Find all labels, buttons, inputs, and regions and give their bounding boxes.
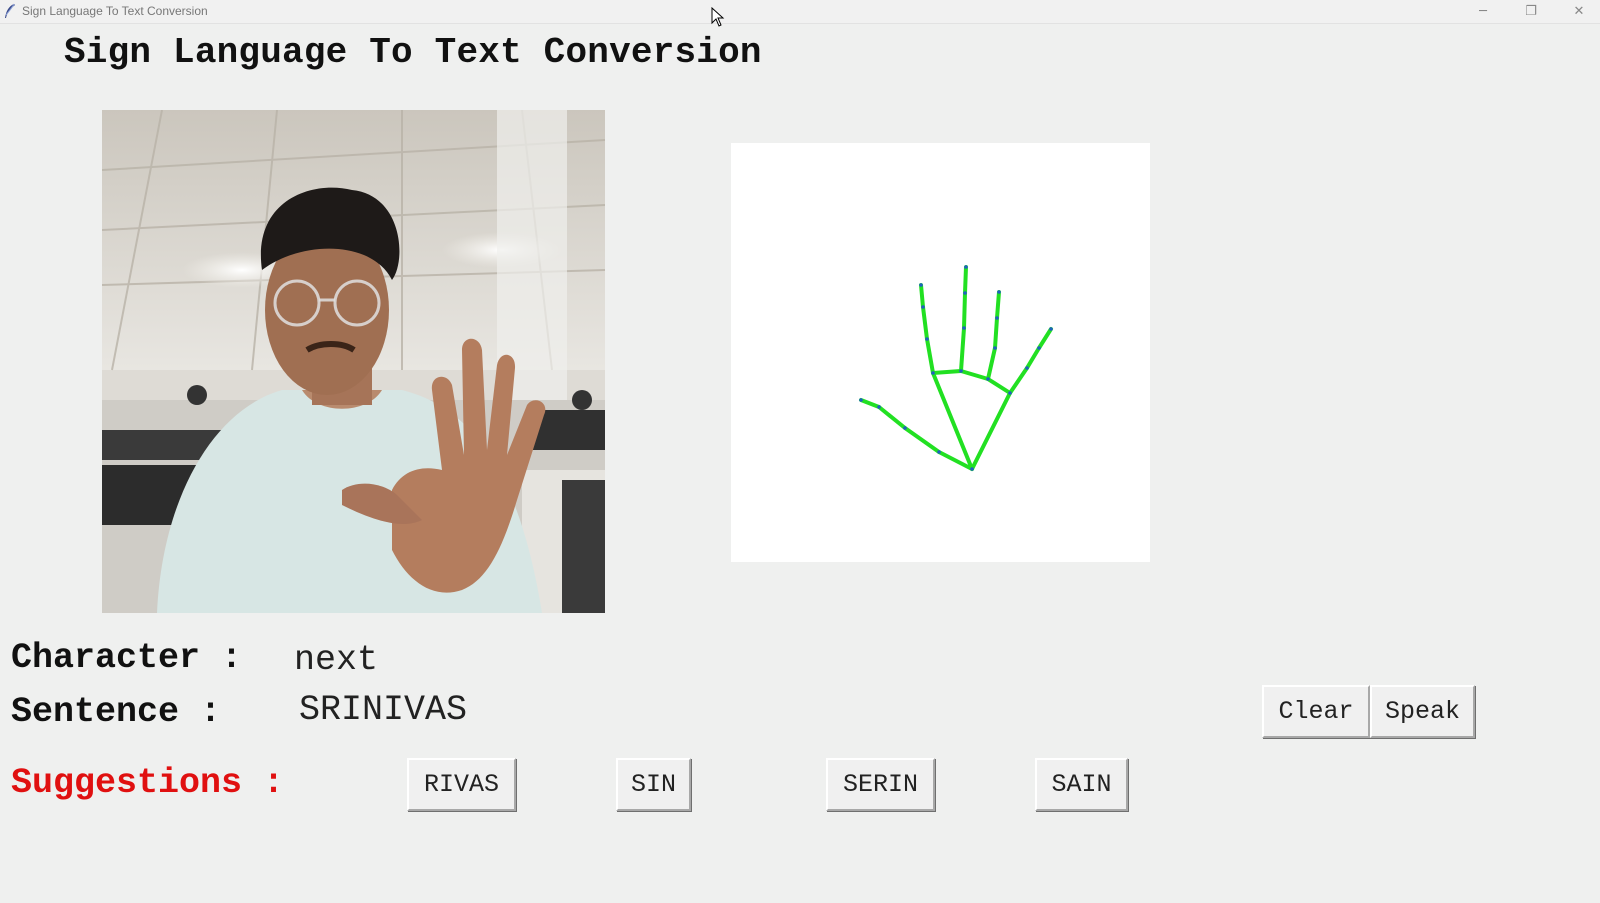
suggestion-button[interactable]: RIVAS: [407, 758, 516, 811]
skeleton-joint: [1025, 366, 1029, 370]
sentence-label: Sentence :: [11, 692, 222, 732]
skeleton-bone: [925, 337, 935, 375]
speak-button[interactable]: Speak: [1370, 685, 1475, 738]
skeleton-joint: [986, 377, 990, 381]
skeleton-joint: [877, 405, 881, 409]
skeleton-joint: [925, 337, 929, 341]
skeleton-bone: [931, 371, 974, 471]
skeleton-joint: [963, 291, 967, 295]
skeleton-joint: [997, 290, 1001, 294]
skeleton-bone: [1008, 366, 1029, 395]
skeleton-bone: [962, 291, 967, 330]
skeleton-joint: [903, 426, 907, 430]
skeleton-joint: [959, 369, 963, 373]
skeleton-joint: [993, 346, 997, 350]
hand-skeleton-drawing: [859, 265, 1053, 471]
skeleton-joint: [921, 305, 925, 309]
minimize-button[interactable]: ─: [1460, 0, 1506, 22]
skeleton-joint: [970, 467, 974, 471]
skeleton-joint: [995, 316, 999, 320]
maximize-button[interactable]: ❐: [1508, 0, 1554, 22]
skeleton-joint: [1049, 327, 1053, 331]
mouse-pointer-icon: [711, 7, 725, 27]
skeleton-bone: [859, 398, 881, 409]
skeleton-bone: [970, 391, 1012, 471]
clear-button[interactable]: Clear: [1262, 685, 1370, 738]
skeleton-bone: [877, 405, 907, 430]
skeleton-joint: [962, 326, 966, 330]
title-bar[interactable]: Sign Language To Text Conversion ─ ❐ ✕: [0, 0, 1600, 24]
skeleton-bone: [959, 326, 966, 373]
suggestion-button[interactable]: SAIN: [1035, 758, 1128, 811]
character-value: next: [294, 640, 379, 680]
skeleton-bone: [995, 290, 1001, 320]
skeleton-bone: [903, 426, 941, 454]
suggestion-button[interactable]: SIN: [616, 758, 691, 811]
skeleton-bone: [931, 369, 963, 375]
skeleton-bone: [919, 283, 925, 309]
skeleton-joint: [919, 283, 923, 287]
skeleton-bone: [1037, 327, 1053, 350]
skeleton-bone: [986, 346, 997, 381]
app-window: Sign Language To Text Conversion ─ ❐ ✕ S…: [0, 0, 1600, 903]
skeleton-bone: [993, 316, 999, 350]
skeleton-joint: [859, 398, 863, 402]
camera-feed: [102, 110, 605, 613]
suggestions-label: Suggestions :: [11, 763, 285, 803]
skeleton-bone: [986, 377, 1012, 395]
hand-skeleton-panel: [731, 143, 1150, 562]
skeleton-bone: [959, 369, 990, 381]
sentence-value: SRINIVAS: [299, 690, 468, 730]
skeleton-joint: [964, 265, 968, 269]
close-button[interactable]: ✕: [1556, 0, 1600, 22]
character-label: Character :: [11, 638, 243, 678]
window-title: Sign Language To Text Conversion: [22, 4, 208, 18]
camera-frame-image: [102, 110, 605, 613]
feather-icon: [5, 3, 15, 18]
skeleton-joint: [937, 450, 941, 454]
page-title: Sign Language To Text Conversion: [64, 32, 762, 73]
skeleton-joint: [1037, 346, 1041, 350]
skeleton-bone: [921, 305, 929, 341]
skeleton-joint: [1008, 391, 1012, 395]
skeleton-joint: [931, 371, 935, 375]
skeleton-bone: [1025, 346, 1041, 370]
suggestion-button[interactable]: SERIN: [826, 758, 935, 811]
skeleton-bone: [963, 265, 968, 295]
